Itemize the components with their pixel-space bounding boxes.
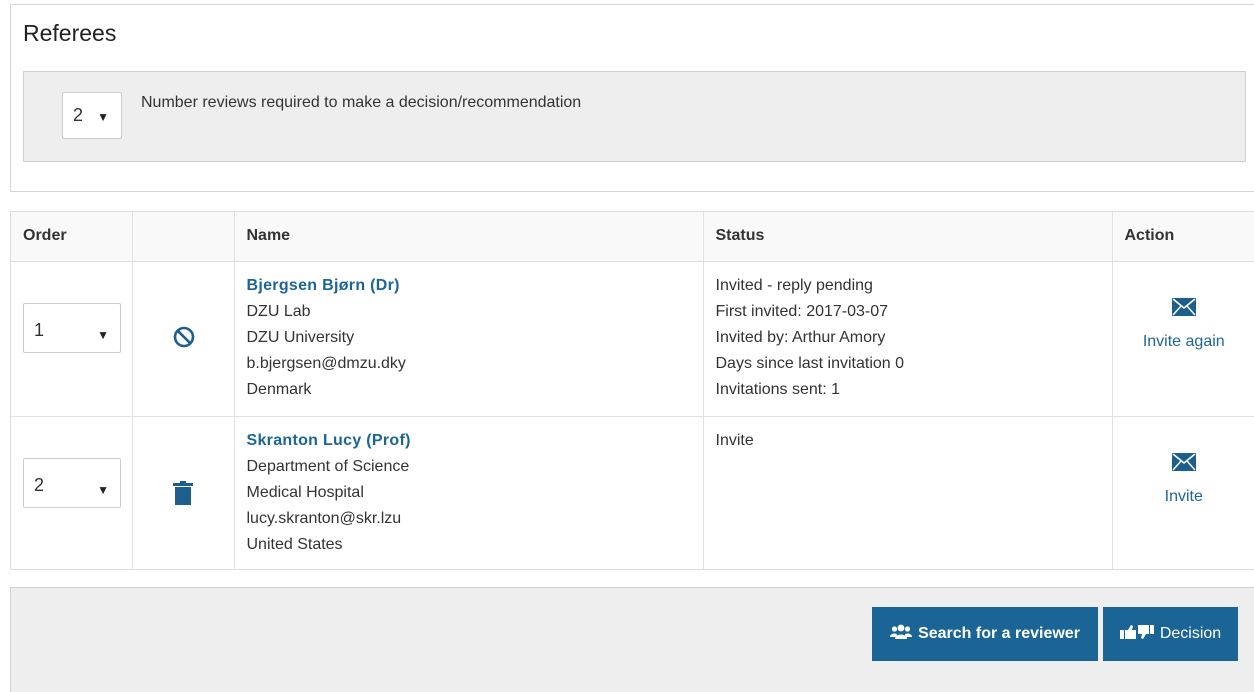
status-cell: Invited - reply pending First invited: 2…	[702, 260, 1112, 416]
status-line: Invited by: Arthur Amory	[715, 328, 886, 346]
referee-detail: Denmark	[246, 380, 312, 398]
search-reviewer-label: Search for a reviewer	[918, 625, 1080, 642]
caret-down-icon: ▼	[97, 482, 109, 497]
referee-detail: Medical Hospital	[246, 483, 364, 501]
name-cell: Skranton Lucy (Prof) Department of Scien…	[233, 415, 703, 570]
icon-cell	[131, 415, 234, 570]
order-select[interactable]: 1 ▼	[23, 302, 121, 353]
invite-again-link[interactable]: Invite again	[1143, 333, 1225, 350]
envelope-icon[interactable]	[1113, 297, 1254, 325]
footer-bar: Search for a reviewer Decision	[10, 587, 1254, 692]
referees-panel: Referees 2 ▼ Number reviews required to …	[10, 4, 1254, 192]
caret-down-icon: ▼	[97, 327, 109, 342]
order-value: 2	[34, 474, 45, 495]
required-reviews-label: Number reviews required to make a decisi…	[141, 94, 582, 111]
required-reviews-well: 2 ▼ Number reviews required to make a de…	[23, 71, 1246, 162]
referee-detail: lucy.skranton@skr.lzu	[246, 509, 402, 527]
thumbs-up-down-icon	[1119, 624, 1154, 645]
name-cell: Bjergsen Bjørn (Dr) DZU Lab DZU Universi…	[233, 260, 703, 416]
header-name: Name	[233, 212, 703, 262]
order-cell: 2 ▼	[11, 415, 132, 570]
search-reviewer-button[interactable]: Search for a reviewer	[872, 607, 1098, 661]
referee-detail: DZU Lab	[246, 302, 311, 320]
referee-name-link[interactable]: Bjergsen Bjørn (Dr)	[247, 273, 691, 299]
status-line: Invitations sent: 1	[715, 380, 841, 398]
trash-icon[interactable]	[172, 480, 193, 514]
table-row: 1 ▼ Bjergsen Bjørn (Dr) DZU Lab DZU Univ…	[11, 260, 1254, 416]
header-action: Action	[1111, 212, 1254, 262]
decision-label: Decision	[1159, 625, 1222, 642]
order-select[interactable]: 2 ▼	[23, 457, 121, 508]
status-line: First invited: 2017-03-07	[715, 302, 889, 320]
icon-cell	[131, 260, 234, 416]
required-reviews-select[interactable]: 2 ▼	[62, 92, 122, 139]
header-status: Status	[702, 212, 1112, 262]
users-icon	[890, 624, 913, 645]
table-header-row: Order Name Status Action	[11, 212, 1254, 262]
caret-down-icon: ▼	[97, 110, 109, 124]
panel-title: Referees	[23, 20, 117, 46]
table-row: 2 ▼ Skranton Lucy (Prof) Department of S…	[11, 415, 1254, 570]
referee-detail: b.bjergsen@dmzu.dky	[246, 354, 406, 372]
envelope-icon[interactable]	[1113, 452, 1254, 480]
required-reviews-value: 2	[73, 105, 84, 125]
header-order: Order	[11, 212, 132, 262]
status-cell: Invite	[702, 415, 1112, 570]
action-cell: Invite	[1111, 415, 1254, 570]
header-icon	[131, 212, 234, 262]
invite-link[interactable]: Invite	[1165, 488, 1203, 505]
referee-detail: United States	[246, 535, 343, 553]
status-line: Invite	[715, 431, 754, 449]
status-line: Invited - reply pending	[715, 276, 873, 294]
referees-table: Order Name Status Action 1 ▼ Bjergsen Bj…	[10, 211, 1254, 570]
referee-detail: Department of Science	[246, 457, 410, 475]
order-value: 1	[34, 319, 45, 340]
ban-icon[interactable]	[173, 326, 195, 357]
order-cell: 1 ▼	[11, 260, 132, 416]
decision-button[interactable]: Decision	[1103, 607, 1238, 661]
referee-detail: DZU University	[246, 328, 355, 346]
referee-name-link[interactable]: Skranton Lucy (Prof)	[247, 428, 691, 454]
status-line: Days since last invitation 0	[715, 354, 905, 372]
action-cell: Invite again	[1111, 260, 1254, 416]
